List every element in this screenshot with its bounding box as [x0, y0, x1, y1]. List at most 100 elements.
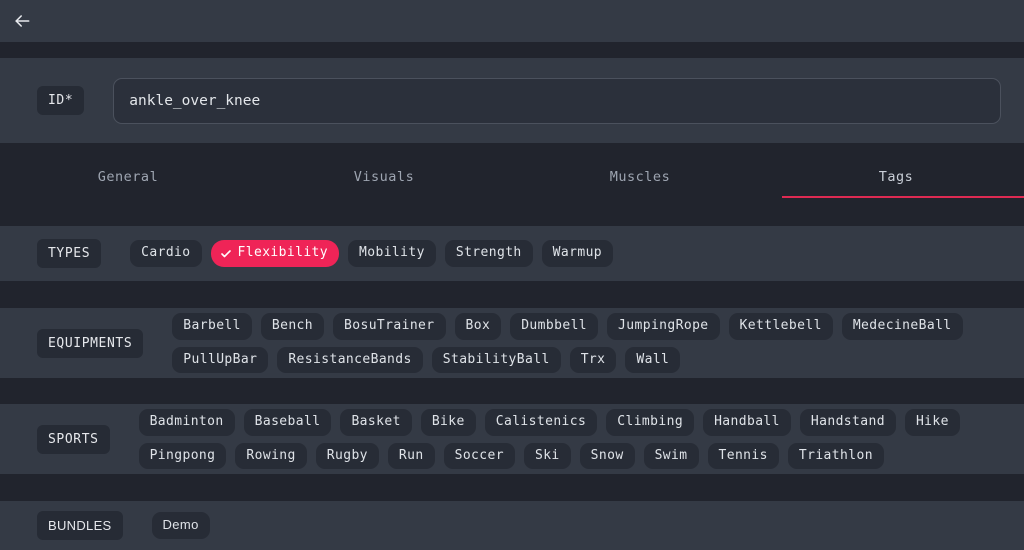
chip-label: Dumbbell — [521, 317, 588, 333]
chip-barbell[interactable]: Barbell — [172, 312, 252, 340]
tab-label: Muscles — [609, 169, 671, 185]
chip-label: Soccer — [454, 447, 504, 463]
chip-run[interactable]: Run — [387, 442, 435, 470]
sports-label: SPORTS — [37, 424, 110, 454]
types-chip-group: Cardio Flexibility Mobility Strength Warmup — [130, 240, 614, 267]
chip-bosutrainer[interactable]: BosuTrainer — [333, 312, 446, 340]
chip-box[interactable]: Box — [454, 312, 502, 340]
chip-swim[interactable]: Swim — [643, 442, 699, 470]
tab-label: Tags — [878, 169, 914, 185]
chip-strength[interactable]: Strength — [444, 240, 533, 267]
bundles-chip-group: Demo — [151, 512, 210, 539]
chip-label: Mobility — [359, 245, 425, 261]
chip-handball[interactable]: Handball — [703, 408, 791, 436]
equipments-label: EQUIPMENTS — [37, 328, 144, 358]
chip-cardio[interactable]: Cardio — [130, 240, 202, 267]
chip-label: Wall — [636, 351, 670, 367]
tab-visuals[interactable]: Visuals — [256, 148, 512, 205]
chip-soccer[interactable]: Soccer — [443, 442, 515, 470]
chip-climbing[interactable]: Climbing — [606, 408, 695, 436]
chip-wall[interactable]: Wall — [625, 346, 681, 374]
types-label: TYPES — [37, 239, 102, 268]
chip-label: Badminton — [149, 413, 224, 429]
chip-label: StabilityBall — [442, 351, 550, 367]
chip-label: Box — [465, 317, 491, 333]
chip-label: ResistanceBands — [288, 351, 412, 367]
chip-label: MedecineBall — [852, 317, 952, 333]
chip-handstand[interactable]: Handstand — [799, 408, 896, 436]
chip-calistenics[interactable]: Calistenics — [484, 408, 598, 436]
types-section: TYPES Cardio Flexibility Mobility Strength W… — [0, 226, 1024, 281]
chip-trx[interactable]: Trx — [569, 346, 617, 374]
chip-mobility[interactable]: Mobility — [348, 240, 436, 267]
chip-ski[interactable]: Ski — [523, 442, 571, 470]
equipments-section: EQUIPMENTS Barbell Bench BosuTrainer Box Dum… — [0, 308, 1024, 378]
chip-label: Rowing — [246, 447, 296, 463]
chip-label: Snow — [590, 447, 624, 463]
chip-label: Handball — [714, 413, 780, 429]
chip-rowing[interactable]: Rowing — [235, 442, 307, 470]
bundles-section: BUNDLES Demo — [0, 501, 1024, 550]
chip-kettlebell[interactable]: Kettlebell — [728, 312, 833, 340]
equipments-chip-group: Barbell Bench BosuTrainer Box Dumbbell Jumpin… — [172, 312, 1024, 374]
chip-label: Bench — [271, 317, 314, 333]
check-icon — [220, 248, 232, 260]
chip-label: Kettlebell — [739, 317, 822, 333]
tab-muscles[interactable]: Muscles — [512, 148, 768, 205]
id-label: ID* — [37, 86, 85, 115]
tab-general[interactable]: General — [0, 148, 256, 205]
arrow-left-icon — [12, 11, 32, 31]
chip-stabilityball[interactable]: StabilityBall — [431, 346, 561, 374]
chip-pingpong[interactable]: Pingpong — [138, 442, 227, 470]
chip-jumpingrope[interactable]: JumpingRope — [607, 312, 720, 340]
chip-label: Rugby — [326, 447, 368, 463]
chip-label: Barbell — [183, 317, 241, 333]
bundles-label: BUNDLES — [37, 511, 123, 540]
id-input[interactable] — [113, 77, 1002, 124]
chip-label: Trx — [580, 351, 606, 367]
chip-label: Basket — [351, 413, 401, 429]
chip-snow[interactable]: Snow — [579, 442, 635, 470]
chip-label: Swim — [654, 447, 688, 463]
chip-label: Run — [398, 447, 424, 463]
tab-tags[interactable]: Tags — [768, 148, 1024, 205]
chip-label: Ski — [534, 447, 560, 463]
chip-tennis[interactable]: Tennis — [707, 442, 779, 470]
back-button[interactable] — [0, 0, 44, 42]
chip-bench[interactable]: Bench — [260, 312, 325, 340]
chip-warmup[interactable]: Warmup — [541, 240, 614, 267]
spacer-strip — [0, 42, 1024, 58]
spacer-strip — [0, 474, 1024, 501]
chip-flexibility[interactable]: Flexibility — [210, 240, 340, 267]
chip-triathlon[interactable]: Triathlon — [787, 442, 884, 470]
chip-label: Handstand — [810, 413, 885, 429]
chip-baseball[interactable]: Baseball — [243, 408, 332, 436]
chip-label: Pingpong — [149, 447, 216, 463]
chip-hike[interactable]: Hike — [904, 408, 960, 436]
chip-label: PullUpBar — [183, 351, 258, 367]
chip-label: Flexibility — [237, 245, 329, 261]
chip-label: Tennis — [718, 447, 768, 463]
spacer-strip — [0, 281, 1024, 308]
id-row: ID* — [0, 58, 1024, 143]
chip-label: Baseball — [254, 413, 321, 429]
chip-rugby[interactable]: Rugby — [315, 442, 379, 470]
chip-bike[interactable]: Bike — [420, 408, 476, 436]
chip-label: Hike — [915, 413, 949, 429]
chip-pullupbar[interactable]: PullUpBar — [172, 346, 269, 374]
tab-label: Visuals — [353, 169, 415, 185]
chip-label: Demo — [162, 517, 199, 533]
chip-badminton[interactable]: Badminton — [138, 408, 235, 436]
chip-medecineball[interactable]: MedecineBall — [841, 312, 963, 340]
chip-label: Warmup — [552, 245, 603, 261]
chip-label: Calistenics — [495, 413, 587, 429]
sports-chip-group: Badminton Baseball Basket Bike Calistenics Cl… — [138, 408, 1024, 470]
chip-dumbbell[interactable]: Dumbbell — [510, 312, 599, 340]
tabs-bar: General Visuals Muscles Tags — [0, 148, 1024, 205]
chip-label: Cardio — [141, 245, 191, 261]
chip-demo[interactable]: Demo — [151, 512, 210, 539]
chip-label: JumpingRope — [618, 317, 709, 333]
chip-resistancebands[interactable]: ResistanceBands — [277, 346, 423, 374]
chip-label: Triathlon — [798, 447, 873, 463]
chip-basket[interactable]: Basket — [340, 408, 412, 436]
